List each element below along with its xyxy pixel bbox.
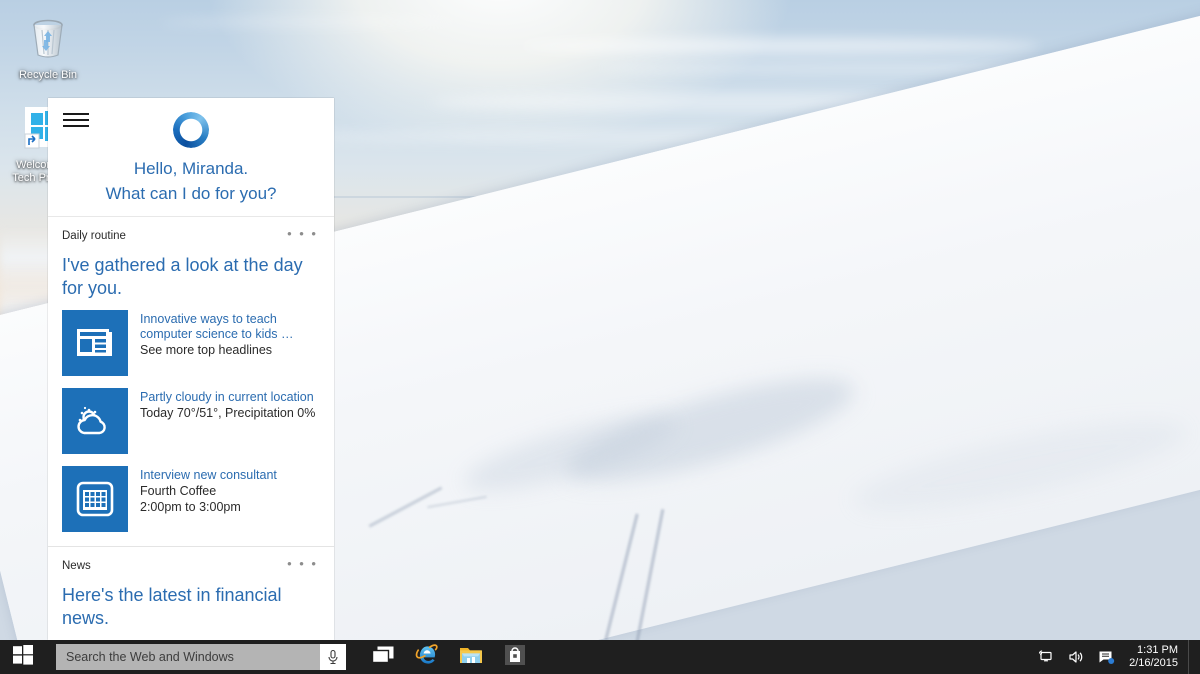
card-text: Partly cloudy in current location Today … <box>140 388 320 421</box>
card-title[interactable]: Interview new consultant <box>140 468 320 483</box>
microphone-icon[interactable] <box>320 644 346 670</box>
taskbar-search-box[interactable]: Search the Web and Windows <box>56 644 346 670</box>
hamburger-menu-icon[interactable] <box>63 108 89 130</box>
cortana-feed[interactable]: Daily routine • • • I've gathered a look… <box>48 217 334 640</box>
store-button[interactable] <box>496 641 534 673</box>
card-title[interactable]: Partly cloudy in current location <box>140 390 320 405</box>
cortana-panel: Hello, Miranda. What can I do for you? D… <box>48 98 334 640</box>
windows-start-icon <box>13 644 33 670</box>
taskbar-pinned-apps <box>364 641 534 673</box>
card-subtitle: Today 70°/51°, Precipitation 0% <box>140 406 316 420</box>
hamburger-line <box>63 119 89 121</box>
section-title: News <box>62 560 91 572</box>
card-subtitle: Fourth Coffee <box>140 484 217 498</box>
card-subtitle-2: 2:00pm to 3:00pm <box>140 500 241 514</box>
cloud-streak <box>160 18 460 26</box>
cortana-ring-icon[interactable] <box>173 112 209 148</box>
card-text: Interview new consultant Fourth Coffee 2… <box>140 466 320 515</box>
show-desktop-button[interactable] <box>1188 640 1194 674</box>
section-title: Daily routine <box>62 230 126 242</box>
file-explorer-button[interactable] <box>452 641 490 673</box>
card-weather[interactable]: Partly cloudy in current location Today … <box>48 388 334 466</box>
desktop-icon-recycle-bin[interactable]: Recycle Bin <box>6 14 90 82</box>
section-header-news: News • • • <box>48 547 334 581</box>
card-news-headlines[interactable]: Innovative ways to teach computer scienc… <box>48 310 334 388</box>
network-icon[interactable] <box>1033 640 1059 674</box>
search-input[interactable]: Search the Web and Windows <box>66 650 320 664</box>
greeting-line-2: What can I do for you? <box>105 184 277 203</box>
card-text: Innovative ways to teach computer scienc… <box>140 310 320 358</box>
cloud-streak <box>520 38 1040 54</box>
task-view-button[interactable] <box>364 641 402 673</box>
store-icon <box>504 644 526 671</box>
news-tile-icon <box>62 310 128 376</box>
desktop: Recycle Bin Welcome to Tech Preview Hell… <box>0 0 1200 674</box>
section-headline: Here's the latest in financial news. <box>62 585 282 628</box>
clock-date: 2/16/2015 <box>1129 657 1178 669</box>
cortana-greeting: Hello, Miranda. What can I do for you? <box>48 156 334 206</box>
taskbar: Search the Web and Windows 1:31 PM 2/16/… <box>0 640 1200 674</box>
greeting-line-1: Hello, Miranda. <box>133 159 249 178</box>
speaker-icon[interactable] <box>1063 640 1089 674</box>
partly-cloudy-tile-icon <box>62 388 128 454</box>
card-calendar-event[interactable]: Interview new consultant Fourth Coffee 2… <box>48 466 334 544</box>
section-overflow-menu[interactable]: • • • <box>285 227 320 244</box>
action-center-icon[interactable] <box>1093 640 1119 674</box>
hamburger-line <box>63 125 89 127</box>
task-view-icon <box>371 645 395 670</box>
section-header-daily-routine: Daily routine • • • <box>48 217 334 251</box>
system-tray: 1:31 PM 2/16/2015 <box>1033 640 1200 674</box>
cortana-greeting-block: Hello, Miranda. What can I do for you? <box>48 98 334 217</box>
recycle-bin-icon <box>24 14 72 64</box>
calendar-tile-icon <box>62 466 128 532</box>
internet-explorer-button[interactable] <box>408 641 446 673</box>
file-explorer-icon <box>459 644 483 671</box>
clock-time: 1:31 PM <box>1137 644 1178 656</box>
start-button[interactable] <box>0 640 46 674</box>
cortana-ring-shape <box>173 112 209 148</box>
internet-explorer-icon <box>415 643 439 672</box>
card-title[interactable]: Innovative ways to teach computer scienc… <box>140 312 320 342</box>
section-overflow-menu[interactable]: • • • <box>285 557 320 574</box>
hamburger-line <box>63 113 89 115</box>
taskbar-clock[interactable]: 1:31 PM 2/16/2015 <box>1123 644 1184 670</box>
section-headline: I've gathered a look at the day for you. <box>62 255 303 298</box>
card-subtitle: See more top headlines <box>140 343 273 357</box>
desktop-icon-label: Recycle Bin <box>18 69 78 81</box>
